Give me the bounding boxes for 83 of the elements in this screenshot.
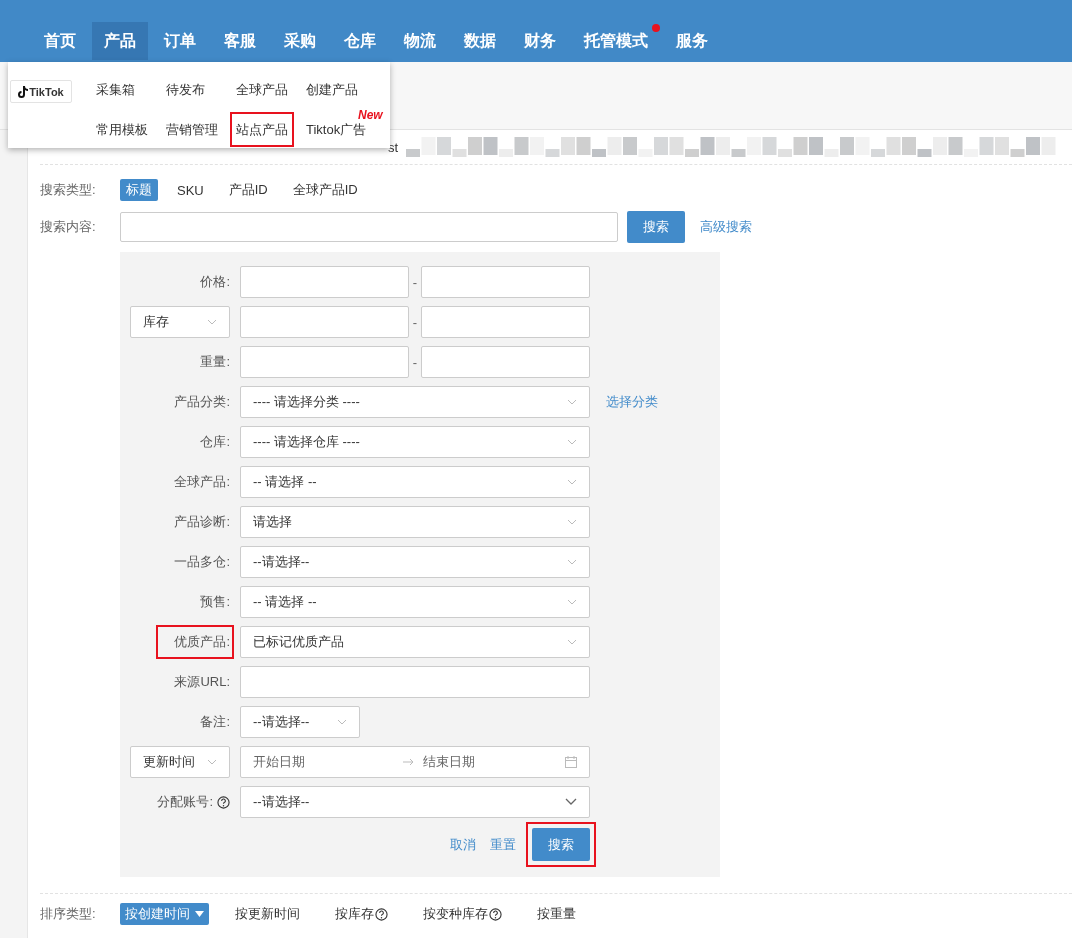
field-label: 预售: <box>199 593 230 611</box>
chevron-icon <box>567 399 577 405</box>
caret-icon <box>195 911 204 917</box>
advanced-search-link[interactable]: 高级搜索 <box>700 218 752 236</box>
nav-tab[interactable]: 首页 <box>32 22 88 60</box>
nav-tab[interactable]: 数据 <box>452 22 508 60</box>
search-input[interactable] <box>120 212 618 242</box>
nav-tab[interactable]: 物流 <box>392 22 448 60</box>
chevron-icon <box>337 719 347 725</box>
menu-item[interactable]: 常用模板 <box>90 112 154 147</box>
max-input[interactable] <box>421 306 590 338</box>
field-label: 优质产品: <box>156 627 230 657</box>
menu-item[interactable]: 营销管理 <box>160 112 224 147</box>
sort-option[interactable]: 按库存 <box>335 905 388 923</box>
nav-tab[interactable]: 订单 <box>152 22 208 60</box>
search-button[interactable]: 搜索 <box>532 828 590 861</box>
nav-tab[interactable]: 托管模式 <box>572 22 660 60</box>
calendar-icon <box>565 756 577 768</box>
menu-item[interactable]: 全球产品 <box>230 72 294 107</box>
sort-option[interactable]: 按创建时间 <box>120 903 209 925</box>
select-field[interactable]: 请选择 <box>240 506 590 538</box>
field-label: 全球产品: <box>173 473 230 491</box>
nav-tab[interactable]: 产品 <box>92 22 148 60</box>
search-type-option[interactable]: 全球产品ID <box>286 179 364 201</box>
search-type-option[interactable]: 产品ID <box>222 179 274 201</box>
nav-tab[interactable]: 服务 <box>664 22 720 60</box>
menu-item[interactable]: 创建产品 <box>300 72 364 107</box>
field-label: 来源URL: <box>173 673 230 691</box>
chevron-icon <box>567 479 577 485</box>
chevron-icon <box>567 519 577 525</box>
chevron-icon <box>567 639 577 645</box>
field-label: 重量: <box>199 353 230 371</box>
arrow-icon <box>403 758 415 766</box>
field-label: 搜索类型: <box>40 181 97 199</box>
new-tag: New <box>358 109 383 122</box>
field-label: 一品多仓: <box>173 553 230 571</box>
search-button[interactable]: 搜索 <box>627 211 685 243</box>
dropdown-field[interactable]: 库存 <box>130 306 230 338</box>
field-label: 产品分类: <box>173 393 230 411</box>
menu-item[interactable]: 站点产品 <box>230 112 294 147</box>
select-field[interactable]: --请选择-- <box>240 706 360 738</box>
select-field[interactable]: -- 请选择 -- <box>240 466 590 498</box>
range-dash: - <box>411 354 419 370</box>
select-field[interactable]: 已标记优质产品 <box>240 626 590 658</box>
select-field[interactable]: -- 请选择 -- <box>240 586 590 618</box>
chevron-icon <box>567 559 577 565</box>
min-input[interactable] <box>240 266 409 298</box>
min-input[interactable] <box>240 306 409 338</box>
sort-option[interactable]: 按重量 <box>537 905 576 923</box>
search-type-option[interactable]: SKU <box>171 180 210 200</box>
tiktok-logo: TikTok <box>10 80 72 103</box>
field-label: 仓库: <box>199 433 230 451</box>
sort-option[interactable]: 按更新时间 <box>235 905 300 923</box>
select-field[interactable]: --请选择-- <box>240 546 590 578</box>
sort-option[interactable]: 按变种库存 <box>423 905 502 923</box>
field-label: 搜索内容: <box>40 218 97 236</box>
nav-tab[interactable]: 仓库 <box>332 22 388 60</box>
select-field[interactable]: ---- 请选择仓库 ---- <box>240 426 590 458</box>
field-label: 分配账号: <box>156 793 213 811</box>
chevron-icon <box>207 319 217 325</box>
max-input[interactable] <box>421 346 590 378</box>
range-dash: - <box>411 314 419 330</box>
menu-item[interactable]: 待发布 <box>160 72 211 107</box>
chevron-icon <box>207 759 217 765</box>
min-input[interactable] <box>240 346 409 378</box>
nav-tab[interactable]: 采购 <box>272 22 328 60</box>
dropdown-field[interactable]: 更新时间 <box>130 746 230 778</box>
nav-tab[interactable]: 财务 <box>512 22 568 60</box>
chevron-icon <box>567 439 577 445</box>
max-input[interactable] <box>421 266 590 298</box>
field-label: 产品诊断: <box>173 513 230 531</box>
input-field[interactable] <box>240 666 590 698</box>
field-label: 排序类型: <box>40 905 97 923</box>
date-range-field[interactable]: 开始日期 结束日期 <box>240 746 590 778</box>
nav-tab[interactable]: 客服 <box>212 22 268 60</box>
range-dash: - <box>411 274 419 290</box>
menu-item[interactable]: 采集箱 <box>90 72 141 107</box>
select-field[interactable]: ---- 请选择分类 ---- <box>240 386 590 418</box>
search-type-option[interactable]: 标题 <box>120 179 158 201</box>
field-label: 价格: <box>199 273 230 291</box>
select-field[interactable]: --请选择-- <box>240 786 590 818</box>
field-label: 备注: <box>199 713 230 731</box>
chevron-icon <box>567 599 577 605</box>
